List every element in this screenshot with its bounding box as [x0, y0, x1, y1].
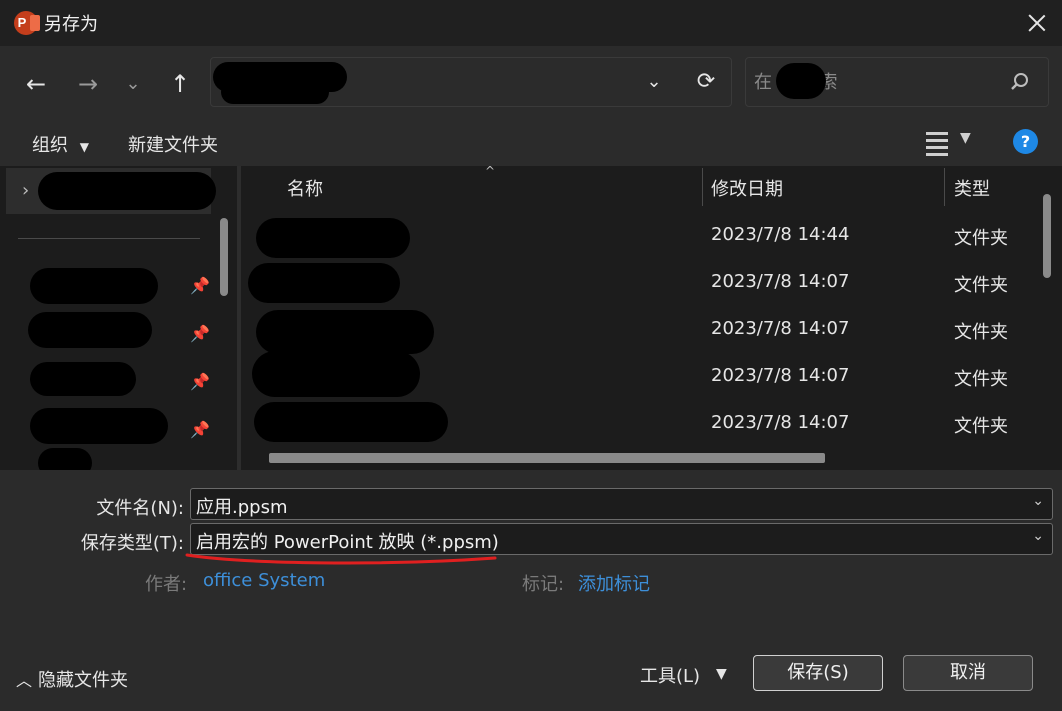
tags-label: 标记: [522, 574, 565, 595]
column-header-name[interactable]: 名称 [287, 175, 323, 201]
column-header-type[interactable]: 类型 [954, 175, 990, 201]
redacted-sidebar-label [38, 172, 216, 210]
pin-icon: 📌 [190, 372, 210, 391]
search-box[interactable] [745, 57, 1049, 107]
window-title: 另存为 [44, 14, 98, 35]
row-type: 文件夹 [954, 275, 1008, 296]
save-options-panel: 文件名(N): 应用.ppsm ⌄ 保存类型(T): 启用宏的 PowerPoi… [0, 470, 1062, 711]
chevron-down-icon[interactable]: ⌄ [1032, 528, 1044, 544]
hide-folders-button[interactable]: ︿ 隐藏文件夹 [16, 666, 128, 692]
search-icon[interactable] [1010, 72, 1030, 92]
redacted-file-name [254, 402, 448, 442]
row-date: 2023/7/8 14:07 [711, 365, 850, 386]
tools-dropdown-icon[interactable]: ▼ [716, 666, 727, 682]
sidebar-item-pinned-1[interactable] [30, 268, 158, 304]
row-date: 2023/7/8 14:07 [711, 318, 850, 339]
table-row[interactable]: 2023/7/8 14:07 文件夹 [242, 351, 1012, 402]
author-label: 作者: [145, 574, 188, 595]
navigation-pane: › 📌 📌 📌 📌 [0, 166, 241, 478]
navigation-bar: ← → ⌄ ↑ ⌄ ⟳ [0, 46, 1062, 119]
redacted-folder-name [776, 63, 826, 99]
sidebar-item-pinned-3[interactable] [30, 362, 136, 396]
chevron-up-icon: ︿ [16, 671, 33, 690]
back-button[interactable]: ← [20, 68, 52, 100]
save-button[interactable]: 保存(S) [753, 655, 883, 691]
file-list-horizontal-scrollbar[interactable] [269, 453, 825, 463]
up-button[interactable]: ↑ [164, 68, 196, 100]
column-separator[interactable] [944, 168, 945, 206]
table-row[interactable]: 2023/7/8 14:44 文件夹 [242, 214, 1012, 261]
file-list: ^ 名称 修改日期 类型 2023/7/8 14:44 文件夹 2023/7/8… [242, 164, 1062, 470]
sidebar-divider [18, 238, 200, 239]
pin-icon: 📌 [190, 420, 210, 439]
pin-icon: 📌 [190, 276, 210, 295]
table-row[interactable]: 2023/7/8 14:07 文件夹 [242, 402, 1012, 449]
sidebar-item-selected[interactable]: › [6, 168, 216, 214]
forward-button[interactable]: → [72, 68, 104, 100]
red-underline-annotation [185, 553, 497, 565]
redacted-path-2 [221, 80, 329, 104]
author-value[interactable]: office System [203, 570, 325, 591]
table-row[interactable]: 2023/7/8 14:07 文件夹 [242, 261, 1012, 308]
cancel-button[interactable]: 取消 [903, 655, 1033, 691]
organize-label: 组织 [32, 135, 68, 156]
sidebar-item-pinned-4[interactable] [30, 408, 168, 444]
organize-menu[interactable]: 组织 ▼ [32, 131, 89, 157]
new-folder-button[interactable]: 新建文件夹 [128, 131, 218, 157]
chevron-down-icon: ▼ [79, 140, 89, 154]
redacted-file-name [256, 218, 410, 258]
filename-value[interactable]: 应用.ppsm [196, 493, 288, 519]
redacted-file-name [248, 263, 400, 303]
powerpoint-app-icon [14, 11, 40, 35]
filetype-value[interactable]: 启用宏的 PowerPoint 放映 (*.ppsm) [196, 528, 499, 554]
command-bar: 组织 ▼ 新建文件夹 ▼ ? [0, 119, 1062, 166]
row-date: 2023/7/8 14:07 [711, 412, 850, 433]
pane-splitter[interactable] [237, 166, 241, 470]
filename-label: 文件名(N): [96, 498, 184, 519]
row-type: 文件夹 [954, 416, 1008, 437]
column-header-modified[interactable]: 修改日期 [711, 175, 783, 201]
close-button[interactable] [1010, 0, 1062, 46]
pin-icon: 📌 [190, 324, 210, 343]
tools-button[interactable]: 工具(L) [640, 662, 700, 688]
chevron-down-icon[interactable]: ⌄ [1032, 493, 1044, 509]
recent-locations-button[interactable]: ⌄ [117, 68, 149, 100]
row-type: 文件夹 [954, 228, 1008, 249]
file-list-vertical-scrollbar[interactable] [1043, 194, 1051, 278]
sort-ascending-icon: ^ [485, 164, 496, 178]
refresh-icon[interactable]: ⟳ [691, 66, 721, 98]
table-row[interactable]: 2023/7/8 14:07 文件夹 [242, 308, 1012, 355]
title-bar: 另存为 [0, 0, 1062, 46]
row-type: 文件夹 [954, 322, 1008, 343]
expand-chevron-icon[interactable]: › [22, 180, 29, 201]
sidebar-scrollbar[interactable] [220, 218, 228, 296]
add-tags-link[interactable]: 添加标记 [578, 570, 650, 596]
help-icon[interactable]: ? [1013, 129, 1038, 154]
row-date: 2023/7/8 14:44 [711, 224, 850, 245]
column-separator[interactable] [702, 168, 703, 206]
redacted-file-name [252, 351, 420, 397]
redacted-file-name [256, 310, 434, 354]
filename-field[interactable]: 应用.ppsm ⌄ [190, 488, 1053, 520]
address-bar[interactable]: ⌄ ⟳ [210, 57, 732, 107]
sidebar-item-pinned-2[interactable] [28, 312, 152, 348]
row-date: 2023/7/8 14:07 [711, 271, 850, 292]
filetype-label: 保存类型(T): [80, 533, 184, 554]
hide-folders-label: 隐藏文件夹 [38, 670, 129, 691]
address-dropdown-icon[interactable]: ⌄ [639, 66, 669, 98]
view-options-icon[interactable] [923, 128, 951, 156]
filetype-select[interactable]: 启用宏的 PowerPoint 放映 (*.ppsm) ⌄ [190, 523, 1053, 555]
row-type: 文件夹 [954, 369, 1008, 390]
view-dropdown-icon[interactable]: ▼ [960, 130, 971, 146]
